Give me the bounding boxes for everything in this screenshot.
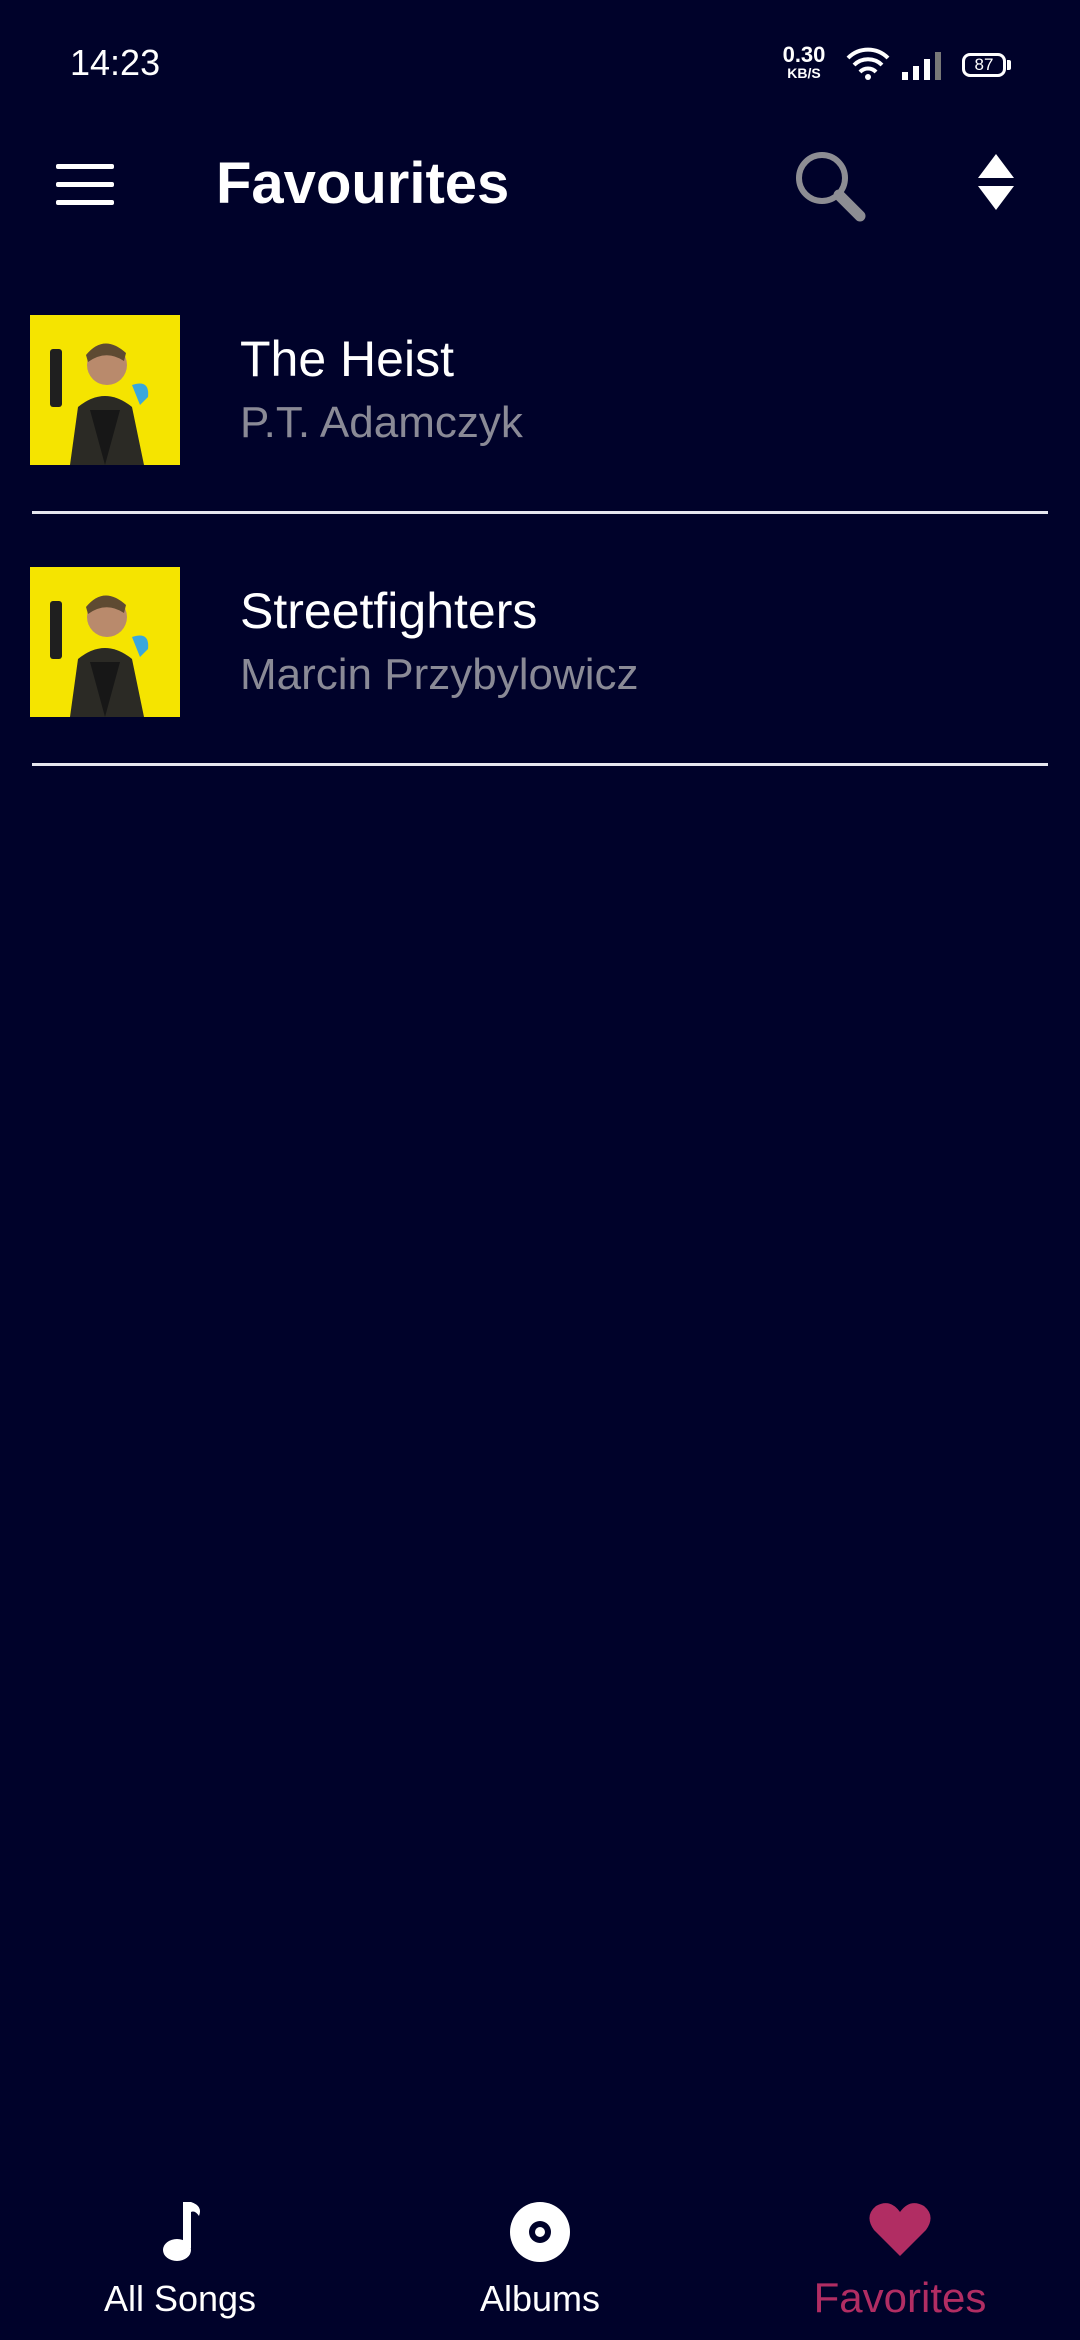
song-title: The Heist	[240, 331, 454, 387]
music-note-icon	[163, 2202, 200, 2261]
list-divider	[32, 763, 1048, 766]
sort-icon[interactable]	[976, 152, 1016, 212]
song-row[interactable]: The Heist P.T. Adamczyk	[0, 300, 1080, 552]
list-divider	[32, 511, 1048, 514]
nav-all-songs[interactable]: All Songs	[30, 2180, 330, 2340]
menu-icon[interactable]	[56, 162, 114, 208]
signal-icon	[902, 52, 941, 80]
network-speed-indicator: 0.30 KB/S	[776, 42, 832, 81]
nav-label: Albums	[479, 2278, 601, 2319]
nav-label: All Songs	[103, 2278, 257, 2319]
song-artist: P.T. Adamczyk	[240, 398, 523, 447]
app-bar: Favourites	[0, 130, 1080, 240]
album-art-thumbnail	[30, 315, 180, 465]
nav-albums[interactable]: Albums	[390, 2180, 690, 2340]
status-time: 14:23	[70, 42, 161, 83]
song-row[interactable]: Streetfighters Marcin Przybylowicz	[0, 552, 1080, 804]
heart-icon	[869, 2203, 931, 2256]
page-title: Favourites	[216, 151, 510, 216]
nav-label: Favorites	[813, 2274, 987, 2321]
search-icon[interactable]	[790, 146, 870, 226]
network-speed-value: 0.30	[782, 42, 826, 67]
album-art-thumbnail	[30, 567, 180, 717]
favourites-song-list: The Heist P.T. Adamczyk Streetfighters M…	[0, 300, 1080, 804]
status-bar: 14:23 0.30 KB/S 87	[0, 0, 1080, 130]
battery-icon: 87	[962, 53, 1006, 77]
song-artist: Marcin Przybylowicz	[240, 650, 639, 699]
battery-cap	[1007, 60, 1011, 70]
song-title: Streetfighters	[240, 583, 538, 639]
album-disc-icon	[510, 2202, 570, 2262]
bottom-navigation: All Songs Albums Favorites	[0, 2180, 1080, 2340]
wifi-icon	[846, 47, 890, 80]
network-speed-unit: KB/S	[787, 65, 821, 81]
nav-favorites[interactable]: Favorites	[750, 2180, 1050, 2340]
